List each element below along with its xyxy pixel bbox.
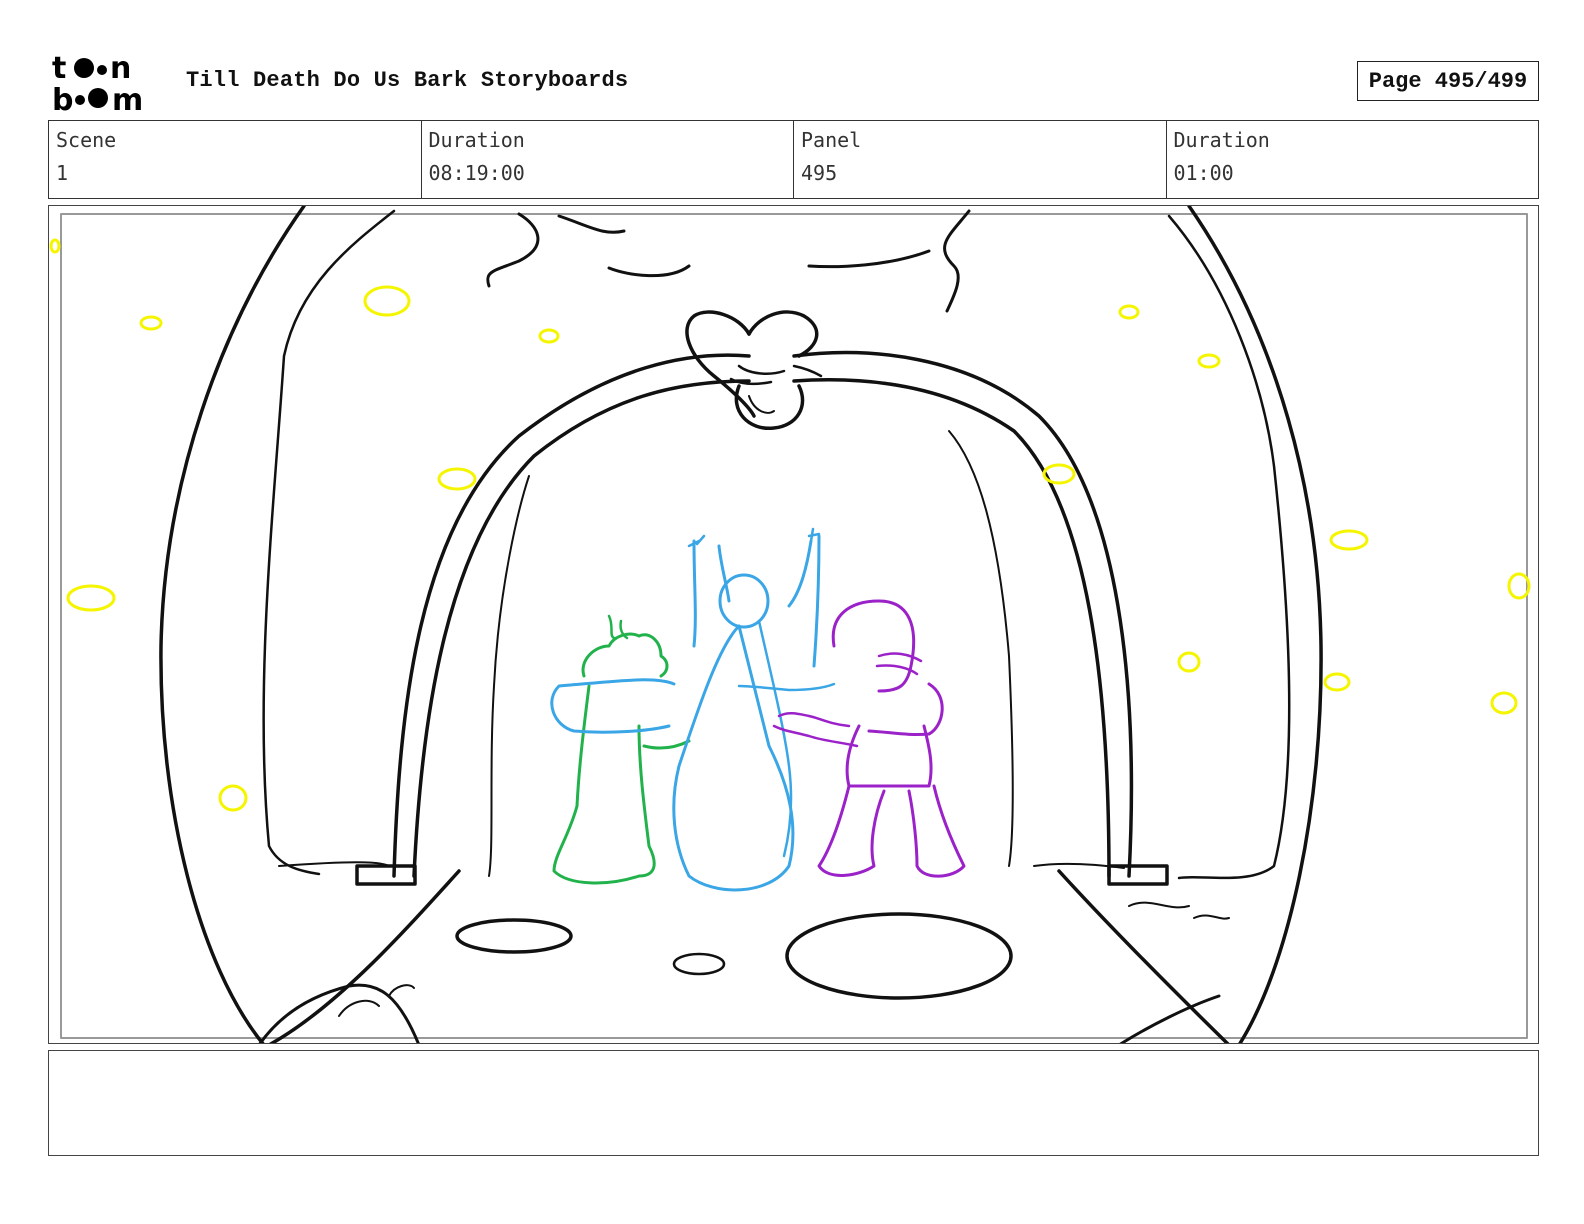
- svg-text:t: t: [52, 51, 66, 86]
- floor-oval-small: [672, 952, 726, 976]
- svg-text:m: m: [112, 83, 143, 114]
- toon-boom-logo-mark: t n b m: [52, 51, 143, 118]
- panel-notes-area: [48, 1050, 1539, 1156]
- panel-cell: Panel 495: [794, 121, 1167, 198]
- floor-oval-left: [455, 918, 573, 954]
- scene-duration-value: 08:19:00: [428, 161, 525, 185]
- storyboard-panel: [48, 205, 1539, 1044]
- heart-ornament: [685, 310, 756, 418]
- scene-cell: Scene 1: [49, 121, 422, 198]
- svg-text:n: n: [110, 51, 131, 86]
- page-indicator: Page 495/499: [1357, 61, 1539, 101]
- arch-base-left: [355, 864, 417, 886]
- toon-boom-logo: t n b m: [50, 50, 166, 118]
- panel-duration-label: Duration: [1173, 128, 1270, 152]
- floor-left: [268, 869, 461, 1043]
- panel-duration-value: 01:00: [1173, 161, 1234, 185]
- inner-rock-left: [262, 209, 396, 876]
- floor-oval-right: [785, 912, 1013, 1000]
- panel-duration-cell: Duration 01:00: [1167, 121, 1539, 198]
- arch-inner-right: [792, 378, 1111, 878]
- document-title: Till Death Do Us Bark Storyboards: [186, 68, 629, 93]
- outer-rock-left: [159, 206, 306, 1043]
- blue-character: [550, 527, 836, 892]
- svg-text:b: b: [52, 83, 73, 114]
- arch-base-right: [1107, 864, 1169, 886]
- cave-lineart: [159, 206, 1323, 1043]
- safe-frame: [60, 213, 1528, 1039]
- purple-character: [772, 599, 966, 878]
- floor-right: [1057, 869, 1230, 1043]
- green-character: [552, 614, 691, 885]
- scene-label: Scene: [56, 128, 117, 152]
- scene-duration-label: Duration: [428, 128, 525, 152]
- scene-duration-cell: Duration 08:19:00: [422, 121, 794, 198]
- inner-rock-right: [1167, 214, 1291, 880]
- outer-rock-right: [1187, 206, 1323, 1043]
- scene-value: 1: [56, 161, 69, 185]
- panel-label: Panel: [801, 128, 862, 152]
- panel-info-table: Scene 1 Duration 08:19:00 Panel 495 Dura…: [48, 120, 1539, 199]
- panel-value: 495: [801, 161, 838, 185]
- panel-sketch: [49, 206, 1531, 1043]
- arch-inner-left: [412, 379, 751, 878]
